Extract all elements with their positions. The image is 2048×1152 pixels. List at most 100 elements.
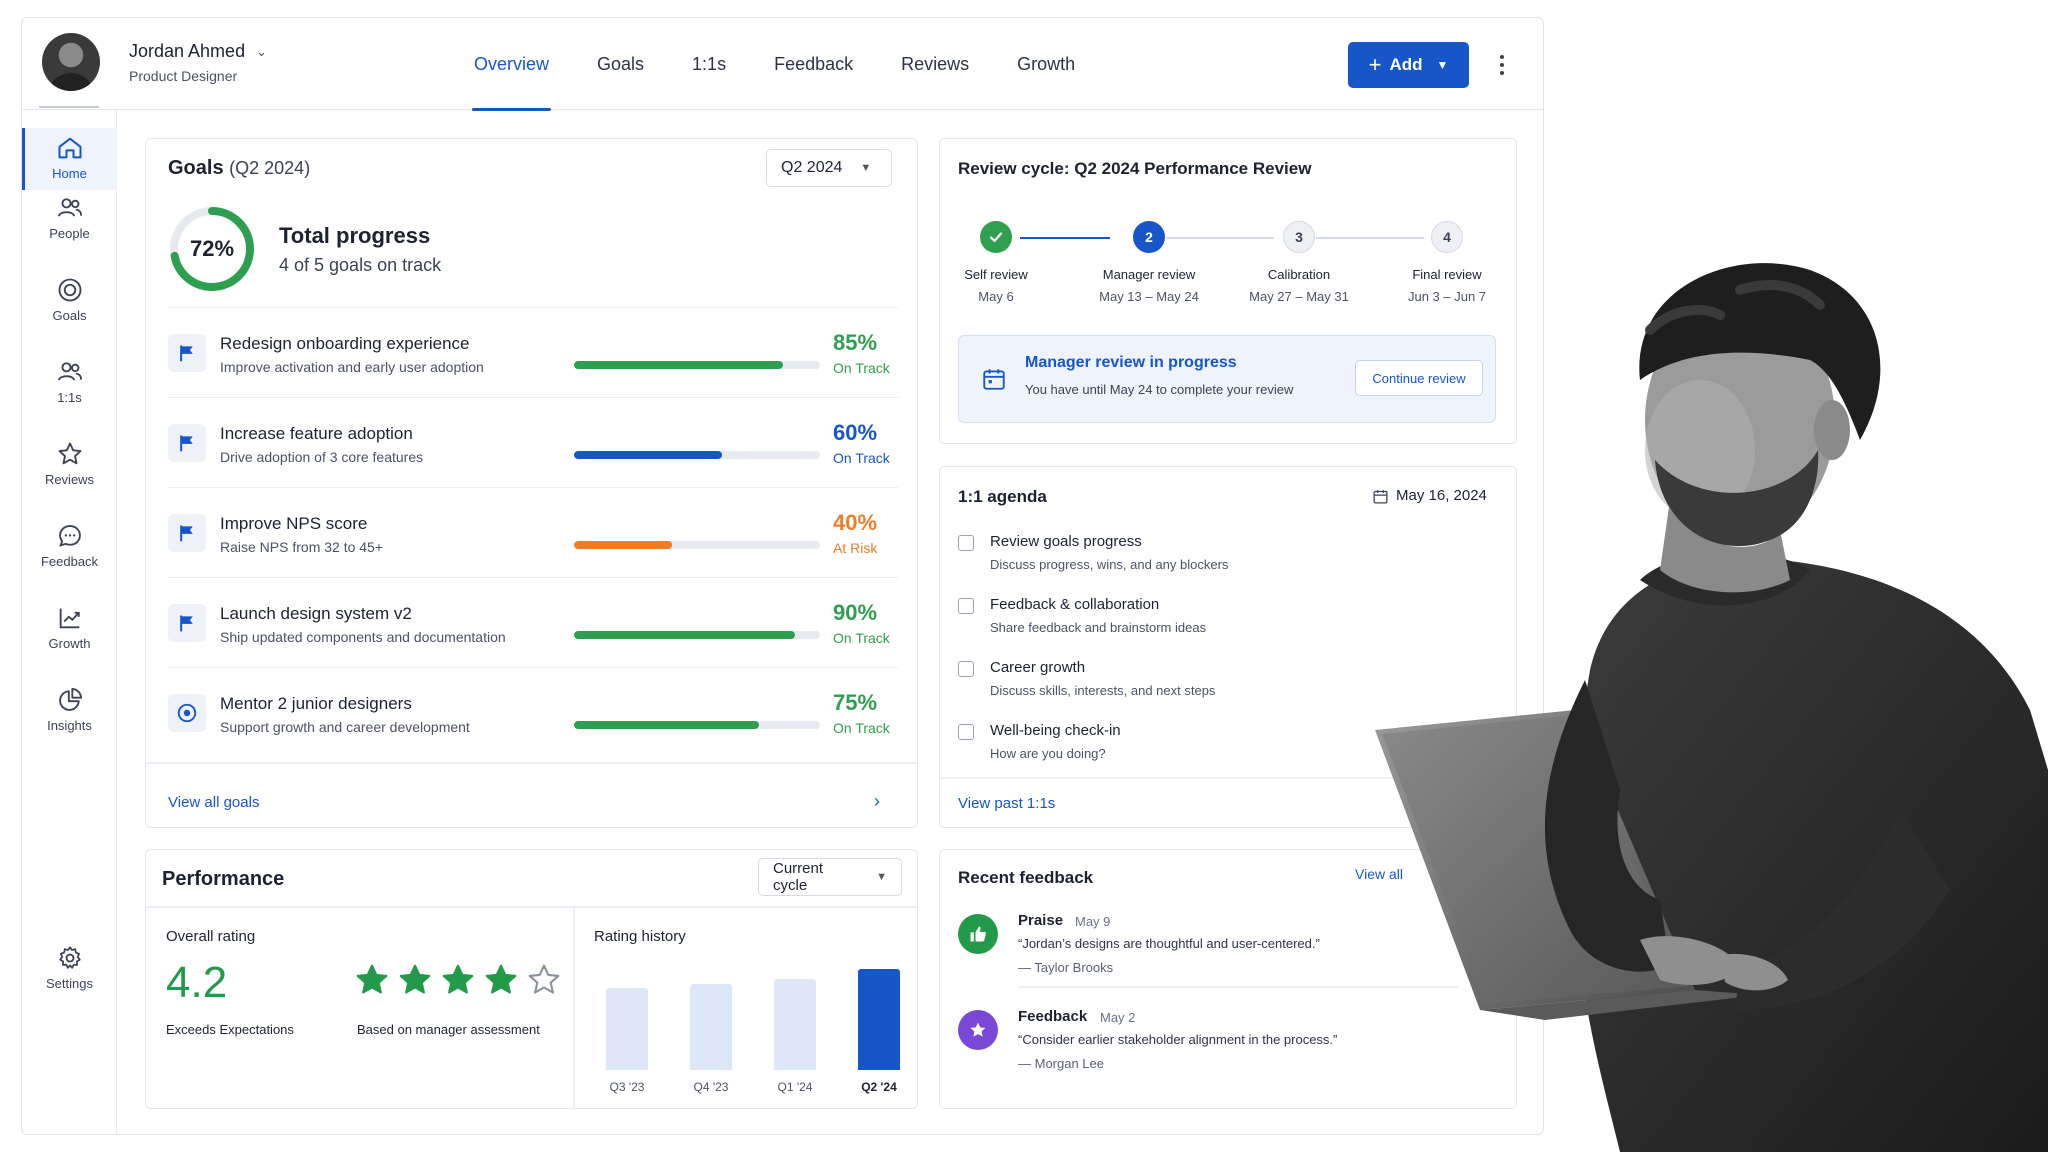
review-cycle-title: Review cycle: Q2 2024 Performance Review <box>958 159 1312 178</box>
sidebar-item-label: People <box>49 226 90 241</box>
target-icon <box>168 694 206 732</box>
view-all-goals-link[interactable]: View all goals <box>168 794 259 811</box>
tab-goals[interactable]: Goals <box>573 18 668 110</box>
agenda-item-title: Well-being check-in <box>990 722 1121 739</box>
goal-percent: 75% <box>833 690 878 715</box>
agenda-checkbox[interactable] <box>958 598 974 614</box>
step-date: May 6 <box>978 289 1014 304</box>
step-name: Manager review <box>1102 267 1196 282</box>
sidebar-item-reviews[interactable]: Reviews <box>22 440 117 502</box>
goal-status: On Track <box>833 720 890 736</box>
agenda-checkbox[interactable] <box>958 661 974 677</box>
goal-row[interactable]: Increase feature adoption Drive adoption … <box>168 397 898 487</box>
sidebar-item-feedback[interactable]: Feedback <box>22 522 117 584</box>
sidebar-item-label: Insights <box>47 718 92 733</box>
goal-title: Mentor 2 junior designers <box>220 694 412 713</box>
feedback-type: Praise <box>1018 912 1064 929</box>
goal-progress-bar <box>574 451 820 459</box>
sidebar-item-one-on-ones[interactable]: 1:1s <box>22 358 117 420</box>
goal-progress-fill <box>574 631 796 639</box>
rating-bar[interactable] <box>858 969 900 1070</box>
agenda-item-title: Review goals progress <box>990 533 1142 550</box>
sidebar-item-home[interactable]: Home <box>22 128 117 190</box>
chevron-down-icon: ▼ <box>876 871 887 883</box>
goal-row[interactable]: Mentor 2 junior designers Support growth … <box>168 667 898 757</box>
performance-cycle-select-value: Current cycle <box>773 860 824 894</box>
sidebar-item-label: Home <box>52 166 87 181</box>
plus-icon: + <box>1368 52 1382 77</box>
sidebar-item-goals[interactable]: Goals <box>22 276 117 338</box>
progress-ring-label: 72% <box>189 236 235 261</box>
calendar-icon <box>983 369 1005 390</box>
avatar-underline <box>39 106 99 108</box>
app-window: Jordan Ahmed ⌄ Product Designer Overview… <box>21 17 1544 1135</box>
sidebar: Home People Goals 1:1s Reviews Feedback … <box>22 110 117 1134</box>
sidebar-item-insights[interactable]: Insights <box>22 686 117 748</box>
goal-row[interactable]: Redesign onboarding experience Improve ac… <box>168 307 898 397</box>
goal-status: On Track <box>833 630 890 646</box>
performance-title: Performance <box>162 868 285 890</box>
goal-percent: 85% <box>833 330 878 355</box>
goal-description: Support growth and career development <box>220 719 470 735</box>
based-on-label: Based on manager assessment <box>357 1022 540 1037</box>
rating-bar[interactable] <box>774 978 816 1070</box>
flag-icon <box>168 604 206 642</box>
agenda-checkbox[interactable] <box>958 724 974 740</box>
chevron-right-icon[interactable]: › <box>874 791 880 812</box>
performance-card: Performance Current cycle ▼ Overall rati… <box>145 849 918 1109</box>
tab-reviews[interactable]: Reviews <box>877 18 993 110</box>
step-date: May 13 – May 24 <box>1099 289 1199 304</box>
add-button-label: Add <box>1389 55 1423 74</box>
step-final-review[interactable]: 4 <box>1431 221 1463 253</box>
tab-overview[interactable]: Overview <box>450 18 573 111</box>
flag-icon <box>168 514 206 552</box>
tab-growth[interactable]: Growth <box>993 18 1099 110</box>
more-options-icon[interactable] <box>1492 48 1512 82</box>
tab-feedback[interactable]: Feedback <box>750 18 877 110</box>
step-connector <box>1166 237 1274 239</box>
one-on-one-icon <box>57 362 82 381</box>
goals-title: Goals <box>168 157 224 179</box>
step-manager-review[interactable]: 2 <box>1133 221 1165 253</box>
chevron-down-icon[interactable]: ⌄ <box>256 44 267 60</box>
divider <box>146 906 917 908</box>
view-past-one-on-ones-link[interactable]: View past 1:1s <box>958 795 1055 812</box>
agenda-item-subtitle: How are you doing? <box>990 746 1106 761</box>
flag-icon <box>168 424 206 462</box>
star-icon <box>58 442 81 465</box>
main-tabs: Overview Goals 1:1s Feedback Reviews Gro… <box>450 18 1099 111</box>
goal-description: Improve activation and early user adopti… <box>220 359 484 375</box>
goal-progress-bar <box>574 361 820 369</box>
avatar[interactable] <box>42 33 100 91</box>
sidebar-item-growth[interactable]: Growth <box>22 604 117 666</box>
rating-bar[interactable] <box>690 983 732 1070</box>
sidebar-item-settings[interactable]: Settings <box>22 944 117 1006</box>
goal-percent: 90% <box>833 600 878 625</box>
goal-description: Raise NPS from 32 to 45+ <box>220 539 384 555</box>
user-name[interactable]: Jordan Ahmed <box>129 41 245 62</box>
sidebar-item-people[interactable]: People <box>22 194 117 256</box>
step-self-review[interactable] <box>980 221 1012 253</box>
goal-row[interactable]: Improve NPS score Raise NPS from 32 to 45… <box>168 487 898 577</box>
target-icon <box>58 278 81 302</box>
rating-bar[interactable] <box>606 988 648 1070</box>
performance-cycle-select[interactable]: Current cycle ▼ <box>758 858 902 896</box>
tab-one-on-ones[interactable]: 1:1s <box>668 18 750 110</box>
goal-title: Launch design system v2 <box>220 604 412 623</box>
goals-period-select[interactable]: Q2 2024 ▼ <box>766 149 892 187</box>
agenda-title: 1:1 agenda <box>958 487 1047 506</box>
step-calibration[interactable]: 3 <box>1283 221 1315 253</box>
feedback-author: — Taylor Brooks <box>1018 960 1114 975</box>
step-connector <box>1316 237 1424 239</box>
rating-bar-label: Q3 '23 <box>609 1080 645 1094</box>
agenda-checkbox[interactable] <box>958 535 974 551</box>
goal-status: At Risk <box>833 540 878 556</box>
sidebar-item-label: Settings <box>46 976 93 991</box>
feedback-type: Feedback <box>1018 1008 1088 1025</box>
user-role: Product Designer <box>129 68 238 84</box>
add-button[interactable]: + Add ▼ <box>1348 42 1469 88</box>
goal-title: Redesign onboarding experience <box>220 334 470 353</box>
chevron-down-icon: ▼ <box>860 162 872 174</box>
goal-row[interactable]: Launch design system v2 Ship updated comp… <box>168 577 898 667</box>
flag-icon <box>168 334 206 372</box>
